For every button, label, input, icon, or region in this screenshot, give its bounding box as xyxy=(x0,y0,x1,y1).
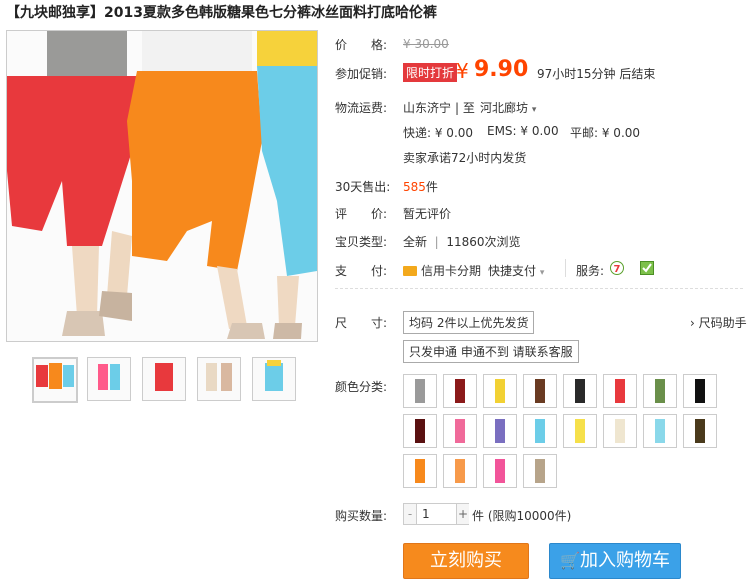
add-to-cart-button[interactable]: 🛒加入购物车 xyxy=(549,543,681,579)
color-swatch[interactable] xyxy=(683,374,717,408)
payment-quick[interactable]: 快捷支付 ▾ xyxy=(488,262,544,279)
shipping-promise: 卖家承诺72小时内发货 xyxy=(403,151,527,165)
payment-label: 支 付: xyxy=(335,264,388,278)
review-value: 暂无评价 xyxy=(403,207,452,221)
guarantee-icon[interactable] xyxy=(640,261,654,275)
add-to-cart-label: 加入购物车 xyxy=(579,550,670,571)
shipping-to-separator: | 至 xyxy=(455,101,475,115)
credit-card-icon xyxy=(403,266,417,276)
color-swatch[interactable] xyxy=(643,374,677,408)
color-swatch[interactable] xyxy=(523,374,557,408)
view-count: 11860次浏览 xyxy=(446,235,521,249)
color-swatch[interactable] xyxy=(403,414,437,448)
chevron-right-icon: › xyxy=(690,316,695,330)
price-label: 价 格: xyxy=(335,38,388,52)
color-swatch[interactable] xyxy=(483,454,517,488)
sold-count: 585 xyxy=(403,180,426,194)
service-label: 服务: xyxy=(576,264,605,278)
color-swatch[interactable] xyxy=(403,454,437,488)
thumbnail-3[interactable] xyxy=(142,357,186,401)
shipping-destination-text: 河北廊坊 xyxy=(480,101,529,115)
quantity-stepper: - 1 + xyxy=(403,503,469,525)
size-option-1[interactable]: 均码 2件以上优先发货 xyxy=(403,311,535,334)
quantity-increment-button[interactable]: + xyxy=(456,504,469,524)
promo-label: 参加促销: xyxy=(335,67,388,81)
sold-unit: 件 xyxy=(425,180,438,194)
currency-symbol: ¥ xyxy=(456,59,469,83)
dropdown-icon: ▾ xyxy=(539,268,545,278)
thumbnail-4[interactable] xyxy=(197,357,241,401)
cart-icon: 🛒 xyxy=(560,551,580,570)
shipping-from: 山东济宁 xyxy=(403,101,452,115)
promo-countdown: 97小时15分钟 后结束 xyxy=(537,67,656,81)
seven-day-return-icon[interactable]: 7 xyxy=(610,261,624,275)
color-swatch[interactable] xyxy=(603,414,637,448)
payment-card-text: 信用卡分期 xyxy=(421,264,482,278)
payment-card[interactable]: 信用卡分期 xyxy=(403,262,481,279)
color-swatch-grid xyxy=(403,374,743,494)
type-label: 宝贝类型: xyxy=(335,235,388,249)
shipping-ems: EMS: ¥ 0.00 xyxy=(487,124,559,138)
divider xyxy=(335,288,743,289)
promo-price: 9.90 xyxy=(474,57,529,82)
size-helper-text: 尺码助手 xyxy=(698,316,747,330)
color-swatch[interactable] xyxy=(683,414,717,448)
type-separator: | xyxy=(434,235,439,249)
shipping-destination[interactable]: 河北廊坊 ▾ xyxy=(480,99,536,116)
payment-quick-text: 快捷支付 xyxy=(488,264,537,278)
pants-photo xyxy=(7,31,317,341)
size-label: 尺 寸: xyxy=(335,316,388,330)
sold-label: 30天售出: xyxy=(335,180,391,194)
size-option-2[interactable]: 只发申通 申通不到 请联系客服 xyxy=(403,340,579,363)
quantity-unit: 件 (限购10000件) xyxy=(472,509,572,523)
shipping-label: 物流运费: xyxy=(335,101,388,115)
color-swatch[interactable] xyxy=(643,414,677,448)
size-helper-link[interactable]: › 尺码助手 xyxy=(690,314,747,331)
color-swatch[interactable] xyxy=(443,374,477,408)
color-swatch[interactable] xyxy=(563,374,597,408)
svg-text:7: 7 xyxy=(614,264,621,275)
payment-divider xyxy=(565,259,566,277)
thumbnail-1[interactable] xyxy=(32,357,78,403)
chevron-down-icon: ▾ xyxy=(531,105,537,115)
color-swatch[interactable] xyxy=(483,374,517,408)
quantity-label: 购买数量: xyxy=(335,509,388,523)
color-swatch[interactable] xyxy=(523,414,557,448)
review-label: 评 价: xyxy=(335,207,388,221)
color-swatch[interactable] xyxy=(483,414,517,448)
promo-tag: 限时打折 xyxy=(403,63,458,82)
color-label: 颜色分类: xyxy=(335,380,388,394)
thumbnail-2[interactable] xyxy=(87,357,131,401)
quantity-input[interactable]: 1 xyxy=(422,507,430,521)
quantity-decrement-button[interactable]: - xyxy=(404,504,417,524)
color-swatch[interactable] xyxy=(563,414,597,448)
shipping-post: 平邮: ¥ 0.00 xyxy=(570,126,641,140)
buy-now-button[interactable]: 立刻购买 xyxy=(403,543,529,579)
color-swatch[interactable] xyxy=(403,374,437,408)
original-price: ¥ 30.00 xyxy=(403,37,449,51)
thumbnail-5[interactable] xyxy=(252,357,296,401)
product-title: 【九块邮独享】2013夏款多色韩版糖果色七分裤冰丝面料打底哈伦裤 xyxy=(6,5,437,21)
color-swatch[interactable] xyxy=(603,374,637,408)
shipping-express: 快递: ¥ 0.00 xyxy=(403,126,474,140)
color-swatch[interactable] xyxy=(443,414,477,448)
color-swatch[interactable] xyxy=(443,454,477,488)
type-value: 全新 xyxy=(403,235,428,249)
main-product-image[interactable] xyxy=(6,30,318,342)
color-swatch[interactable] xyxy=(523,454,557,488)
